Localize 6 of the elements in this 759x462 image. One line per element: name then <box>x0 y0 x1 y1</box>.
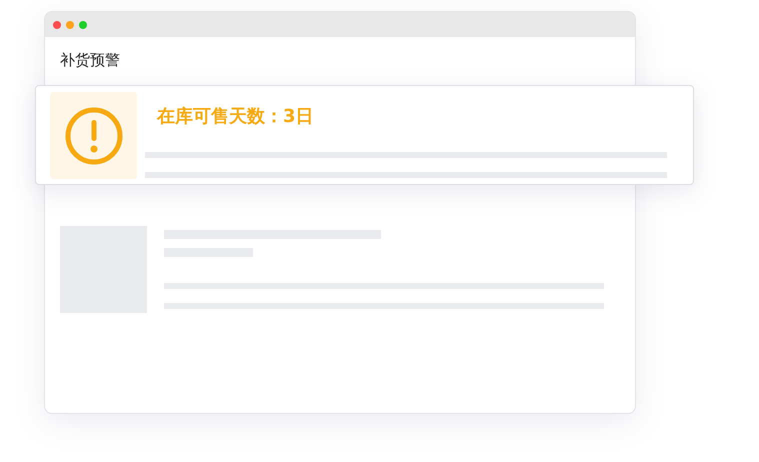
warning-icon <box>64 106 122 164</box>
panel-title: 补货预警 <box>59 50 121 71</box>
close-dot-icon[interactable] <box>53 20 61 28</box>
alert-message: 在库可售天数：3日 <box>156 105 315 129</box>
maximize-dot-icon[interactable] <box>79 20 87 28</box>
minimize-dot-icon[interactable] <box>66 20 74 28</box>
